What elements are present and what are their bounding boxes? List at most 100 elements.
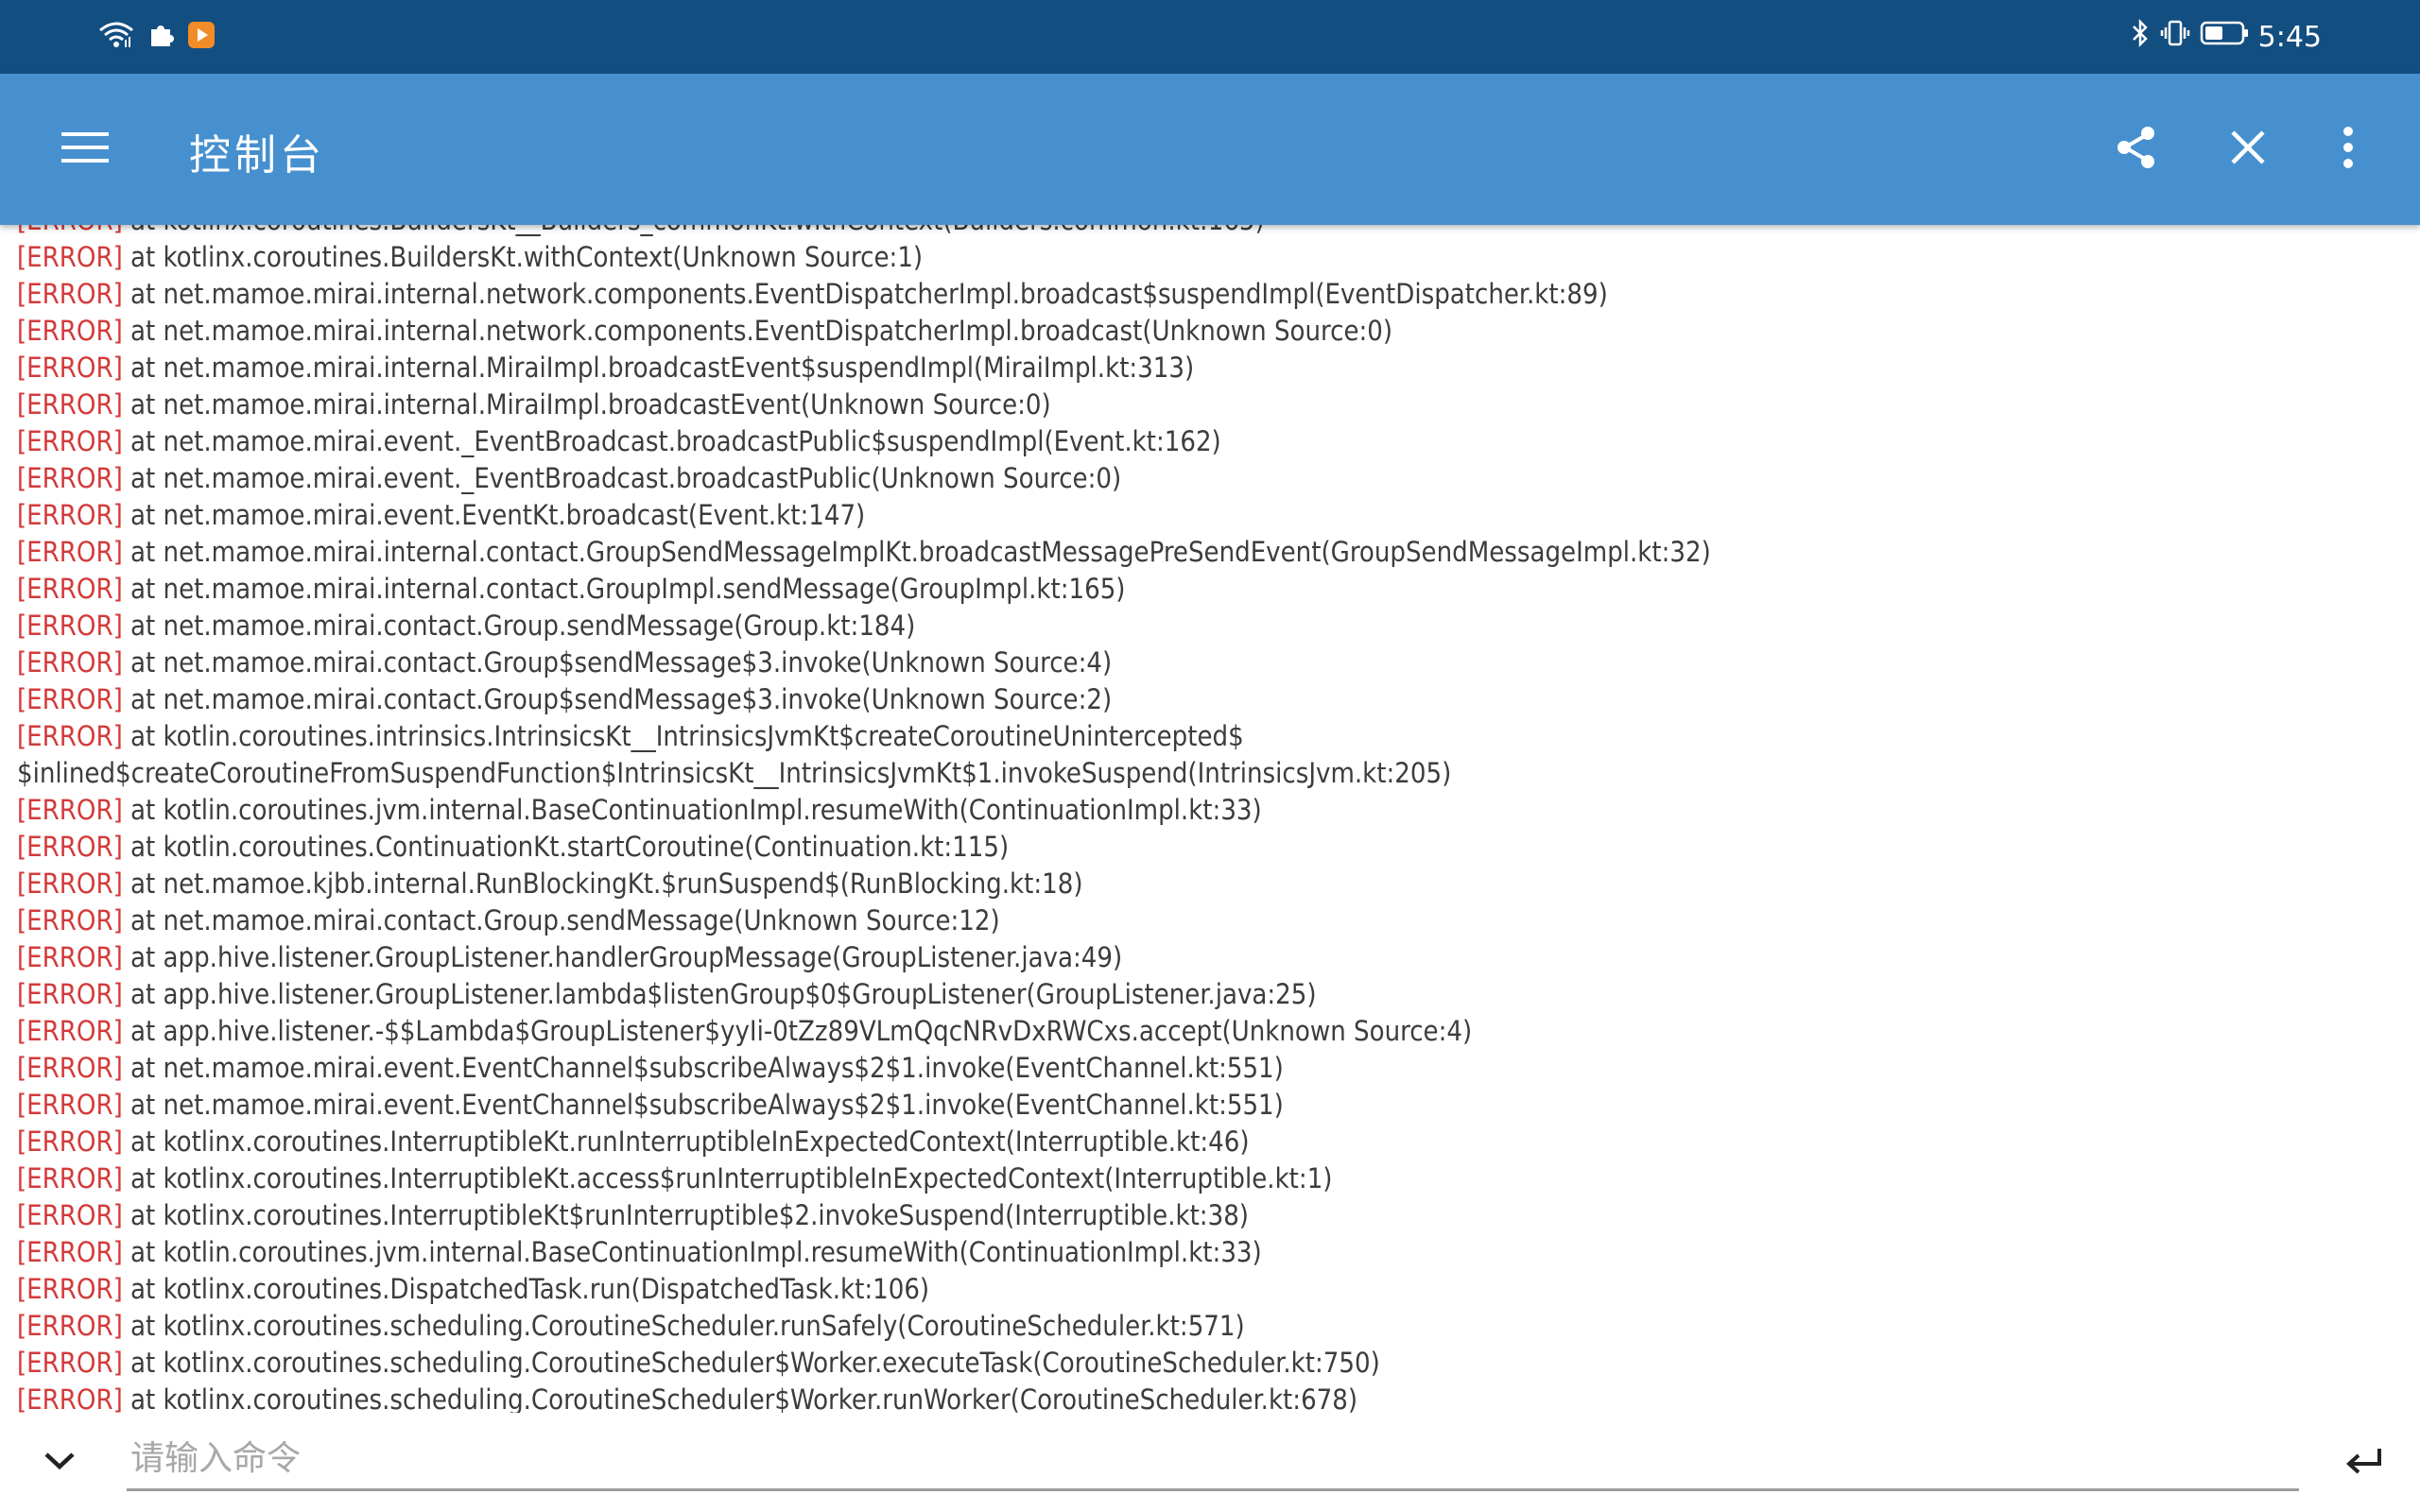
log-line: [ERROR] at net.mamoe.mirai.event._EventB…: [17, 423, 2399, 460]
log-level-tag: [ERROR]: [17, 1199, 123, 1231]
status-bar: 5:45: [0, 0, 2420, 74]
log-line: [ERROR] at net.mamoe.mirai.contact.Group…: [17, 608, 2399, 644]
log-line: [ERROR] at kotlin.coroutines.jvm.interna…: [17, 792, 2399, 829]
log-message: at kotlin.coroutines.ContinuationKt.star…: [122, 831, 1010, 863]
log-level-tag: [ERROR]: [17, 1015, 123, 1047]
log-level-tag: [ERROR]: [17, 1162, 123, 1194]
log-message: at net.mamoe.mirai.contact.Group$sendMes…: [122, 683, 1113, 715]
close-icon: [2229, 129, 2267, 170]
log-line: [ERROR] at net.mamoe.mirai.internal.cont…: [17, 534, 2399, 571]
log-message: at net.mamoe.mirai.event.EventChannel$su…: [122, 1089, 1284, 1121]
page-title: 控制台: [189, 131, 325, 180]
log-line: [ERROR] at kotlinx.coroutines.BuildersKt…: [17, 225, 2399, 239]
log-line: [ERROR] at kotlin.coroutines.jvm.interna…: [17, 1234, 2399, 1271]
log-message: at kotlinx.coroutines.InterruptibleKt.ac…: [122, 1162, 1333, 1194]
log-message: at kotlinx.coroutines.DispatchedTask.run…: [122, 1273, 930, 1305]
log-line: [ERROR] at kotlin.coroutines.intrinsics.…: [17, 718, 2399, 755]
log-line: [ERROR] at net.mamoe.mirai.event.EventCh…: [17, 1087, 2399, 1124]
log-message: at app.hive.listener.GroupListener.lambd…: [122, 978, 1317, 1010]
log-line: [ERROR] at net.mamoe.mirai.internal.cont…: [17, 571, 2399, 608]
log-line: [ERROR] at kotlin.coroutines.Continuatio…: [17, 829, 2399, 866]
submit-command-button[interactable]: [2331, 1432, 2397, 1494]
console-output[interactable]: [ERROR] at kotlinx.coroutines.BuildersKt…: [0, 225, 2420, 1413]
log-message: at net.mamoe.mirai.event._EventBroadcast…: [122, 462, 1122, 494]
status-time: 5:45: [2257, 20, 2322, 54]
log-message: at app.hive.listener.GroupListener.handl…: [122, 941, 1123, 973]
log-message: at net.mamoe.mirai.internal.network.comp…: [122, 315, 1393, 347]
log-line: [ERROR] at net.mamoe.mirai.internal.Mira…: [17, 387, 2399, 423]
log-message: at net.mamoe.mirai.internal.contact.Grou…: [122, 573, 1126, 605]
log-line: [ERROR] at net.mamoe.mirai.event._EventB…: [17, 460, 2399, 497]
log-line: [ERROR] at kotlinx.coroutines.scheduling…: [17, 1345, 2399, 1382]
log-message: at net.mamoe.kjbb.internal.RunBlockingKt…: [122, 868, 1083, 900]
log-line: [ERROR] at net.mamoe.mirai.internal.Mira…: [17, 350, 2399, 387]
log-line: [ERROR] at net.mamoe.mirai.event.EventCh…: [17, 1050, 2399, 1087]
log-line: [ERROR] at net.mamoe.mirai.event.EventKt…: [17, 497, 2399, 534]
log-level-tag: [ERROR]: [17, 978, 123, 1010]
vibrate-icon: [2160, 18, 2190, 56]
log-level-tag: [ERROR]: [17, 278, 123, 310]
log-line: [ERROR] at net.mamoe.mirai.contact.Group…: [17, 902, 2399, 939]
log-level-tag: [ERROR]: [17, 1052, 123, 1084]
log-message: at kotlin.coroutines.intrinsics.Intrinsi…: [122, 720, 1244, 752]
log-message: at net.mamoe.mirai.contact.Group.sendMes…: [122, 904, 1000, 936]
app-bar: 控制台: [0, 74, 2420, 225]
log-level-tag: [ERROR]: [17, 941, 123, 973]
log-message: $inlined$createCoroutineFromSuspendFunct…: [17, 757, 1452, 789]
log-level-tag: [ERROR]: [17, 536, 123, 568]
log-message: at kotlinx.coroutines.BuildersKt.withCon…: [122, 241, 924, 273]
share-button[interactable]: [2099, 112, 2174, 187]
log-line: [ERROR] at app.hive.listener.-$$Lambda$G…: [17, 1013, 2399, 1050]
log-message: at kotlinx.coroutines.InterruptibleKt$ru…: [122, 1199, 1249, 1231]
log-line: [ERROR] at kotlinx.coroutines.BuildersKt…: [17, 239, 2399, 276]
log-level-tag: [ERROR]: [17, 794, 123, 826]
log-level-tag: [ERROR]: [17, 352, 123, 384]
status-icons-right: 5:45: [2130, 18, 2322, 56]
bluetooth-icon: [2130, 18, 2151, 56]
log-message: at net.mamoe.mirai.contact.Group$sendMes…: [122, 646, 1113, 679]
log-line: [ERROR] at app.hive.listener.GroupListen…: [17, 976, 2399, 1013]
command-input[interactable]: [127, 1428, 2299, 1491]
log-line: [ERROR] at net.mamoe.mirai.contact.Group…: [17, 644, 2399, 681]
log-level-tag: [ERROR]: [17, 425, 123, 457]
menu-button[interactable]: [47, 113, 123, 185]
log-level-tag: [ERROR]: [17, 1273, 123, 1305]
log-message: at kotlinx.coroutines.BuildersKt__Builde…: [123, 225, 1265, 236]
log-message: at kotlin.coroutines.jvm.internal.BaseCo…: [122, 1236, 1262, 1268]
log-level-tag: [ERROR]: [17, 831, 123, 863]
log-line: [ERROR] at kotlinx.coroutines.Interrupti…: [17, 1124, 2399, 1160]
log-level-tag: [ERROR]: [17, 904, 123, 936]
log-level-tag: [ERROR]: [17, 462, 123, 494]
puzzle-icon: [147, 22, 174, 52]
more-vert-icon: [2342, 126, 2355, 173]
chevron-down-icon: [43, 1451, 76, 1475]
log-level-tag: [ERROR]: [17, 1310, 123, 1342]
wifi-icon: [98, 21, 134, 53]
log-level-tag: [ERROR]: [17, 315, 123, 347]
hamburger-menu-icon: [61, 130, 109, 168]
log-list: [ERROR] at kotlinx.coroutines.BuildersKt…: [17, 225, 2399, 1413]
log-line: [ERROR] at net.mamoe.mirai.internal.netw…: [17, 276, 2399, 313]
log-level-tag: [ERROR]: [17, 1347, 123, 1379]
log-message: at kotlinx.coroutines.InterruptibleKt.ru…: [122, 1125, 1250, 1158]
status-icons-left: [98, 21, 216, 53]
log-line: [ERROR] at kotlinx.coroutines.Dispatched…: [17, 1271, 2399, 1308]
close-button[interactable]: [2210, 112, 2286, 187]
log-message: at kotlinx.coroutines.scheduling.Corouti…: [122, 1310, 1245, 1342]
more-options-button[interactable]: [2310, 112, 2386, 187]
log-message: at kotlinx.coroutines.scheduling.Corouti…: [122, 1347, 1380, 1379]
log-level-tag: [ERROR]: [17, 1125, 123, 1158]
log-level-tag: [ERROR]: [17, 646, 123, 679]
log-message: at net.mamoe.mirai.internal.MiraiImpl.br…: [122, 352, 1195, 384]
log-message: at net.mamoe.mirai.internal.contact.Grou…: [122, 536, 1711, 568]
log-message: at net.mamoe.mirai.event.EventKt.broadca…: [122, 499, 866, 531]
collapse-button[interactable]: [28, 1432, 91, 1494]
log-level-tag: [ERROR]: [17, 1089, 123, 1121]
log-line: [ERROR] at app.hive.listener.GroupListen…: [17, 939, 2399, 976]
log-message: at net.mamoe.mirai.event._EventBroadcast…: [122, 425, 1221, 457]
log-level-tag: [ERROR]: [17, 1236, 123, 1268]
share-icon: [2112, 123, 2161, 176]
log-message: at net.mamoe.mirai.contact.Group.sendMes…: [122, 610, 916, 642]
log-line: [ERROR] at kotlinx.coroutines.scheduling…: [17, 1382, 2399, 1413]
command-bar: [0, 1413, 2420, 1512]
